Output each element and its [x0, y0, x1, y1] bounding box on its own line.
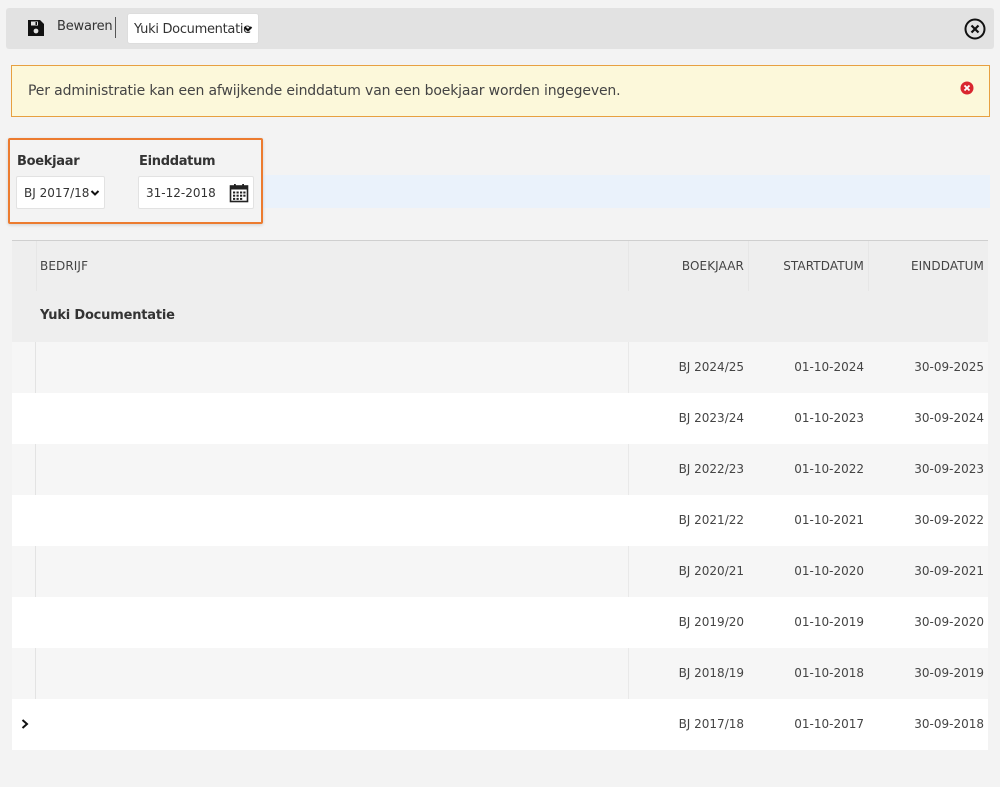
column-divider	[628, 342, 629, 393]
cell-boekjaar: BJ 2021/22	[678, 513, 744, 527]
company-select-value: Yuki Documentatie	[134, 22, 251, 37]
cell-boekjaar: BJ 2017/18	[678, 717, 744, 731]
toolbar: Bewaren Yuki Documentatie	[6, 8, 994, 49]
einddatum-value: 31-12-2018	[146, 186, 216, 200]
row-gutter	[12, 546, 36, 597]
cell-startdatum: 01-10-2021	[794, 513, 864, 527]
table-row[interactable]: BJ 2018/19 01-10-2018 30-09-2019	[12, 648, 988, 699]
cell-einddatum: 30-09-2022	[914, 513, 984, 527]
filter-row-highlight	[259, 175, 990, 208]
row-gutter	[12, 648, 36, 699]
group-row: Yuki Documentatie	[12, 291, 988, 342]
cell-startdatum: 01-10-2018	[794, 666, 864, 680]
cell-startdatum: 01-10-2019	[794, 615, 864, 629]
cell-einddatum: 30-09-2024	[914, 411, 984, 425]
group-name: Yuki Documentatie	[40, 308, 175, 323]
column-divider	[36, 241, 37, 292]
einddatum-input[interactable]: 31-12-2018	[138, 176, 254, 209]
cell-startdatum: 01-10-2020	[794, 564, 864, 578]
table-row[interactable]: BJ 2019/20 01-10-2019 30-09-2020	[12, 597, 988, 648]
cell-startdatum: 01-10-2024	[794, 360, 864, 374]
cell-einddatum: 30-09-2020	[914, 615, 984, 629]
toolbar-divider	[115, 17, 116, 38]
table-row[interactable]: BJ 2020/21 01-10-2020 30-09-2021	[12, 546, 988, 597]
col-header-einddatum[interactable]: EINDDATUM	[911, 241, 984, 292]
table-row[interactable]: BJ 2024/25 01-10-2024 30-09-2025	[12, 342, 988, 393]
boekjaren-grid: BEDRIJF BOEKJAAR STARTDATUM EINDDATUM Yu…	[12, 240, 988, 750]
chevron-down-icon	[90, 190, 100, 196]
cell-einddatum: 30-09-2021	[914, 564, 984, 578]
cell-startdatum: 01-10-2017	[794, 717, 864, 731]
cell-einddatum: 30-09-2025	[914, 360, 984, 374]
table-row-selected[interactable]: BJ 2017/18 01-10-2017 30-09-2018	[12, 699, 988, 750]
column-divider	[628, 648, 629, 699]
boekjaar-select[interactable]: BJ 2017/18	[16, 176, 105, 209]
column-divider	[628, 444, 629, 495]
save-button[interactable]: Bewaren	[57, 19, 113, 34]
column-divider	[628, 241, 629, 292]
alert-message: Per administratie kan een afwijkende ein…	[28, 83, 621, 99]
close-circle-icon[interactable]	[964, 18, 986, 40]
company-select[interactable]: Yuki Documentatie	[127, 13, 259, 44]
cell-boekjaar: BJ 2020/21	[678, 564, 744, 578]
boekjaar-select-value: BJ 2017/18	[24, 186, 90, 200]
chevron-down-icon	[243, 26, 253, 32]
error-close-icon[interactable]	[960, 81, 974, 95]
cell-einddatum: 30-09-2019	[914, 666, 984, 680]
cell-boekjaar: BJ 2022/23	[678, 462, 744, 476]
calendar-icon[interactable]	[229, 183, 249, 203]
table-row[interactable]: BJ 2023/24 01-10-2023 30-09-2024	[12, 393, 988, 444]
cell-einddatum: 30-09-2023	[914, 462, 984, 476]
col-header-startdatum[interactable]: STARTDATUM	[783, 241, 864, 292]
grid-header: BEDRIJF BOEKJAAR STARTDATUM EINDDATUM	[12, 240, 988, 292]
cell-boekjaar: BJ 2023/24	[678, 411, 744, 425]
col-header-boekjaar[interactable]: BOEKJAAR	[682, 241, 744, 292]
row-gutter	[12, 444, 36, 495]
cell-startdatum: 01-10-2022	[794, 462, 864, 476]
filter-panel: Boekjaar Einddatum BJ 2017/18 31-12-2018	[8, 138, 263, 224]
chevron-right-icon[interactable]	[21, 719, 29, 729]
cell-boekjaar: BJ 2018/19	[678, 666, 744, 680]
table-row[interactable]: BJ 2021/22 01-10-2021 30-09-2022	[12, 495, 988, 546]
cell-boekjaar: BJ 2019/20	[678, 615, 744, 629]
row-gutter	[12, 342, 36, 393]
column-divider	[748, 241, 749, 292]
column-divider	[868, 241, 869, 292]
col-header-bedrijf[interactable]: BEDRIJF	[40, 241, 88, 292]
cell-startdatum: 01-10-2023	[794, 411, 864, 425]
cell-boekjaar: BJ 2024/25	[678, 360, 744, 374]
info-alert: Per administratie kan een afwijkende ein…	[11, 65, 990, 117]
table-row[interactable]: BJ 2022/23 01-10-2022 30-09-2023	[12, 444, 988, 495]
boekjaar-label: Boekjaar	[17, 154, 80, 169]
save-icon[interactable]	[27, 19, 45, 37]
cell-einddatum: 30-09-2018	[914, 717, 984, 731]
column-divider	[628, 546, 629, 597]
einddatum-label: Einddatum	[139, 154, 216, 169]
